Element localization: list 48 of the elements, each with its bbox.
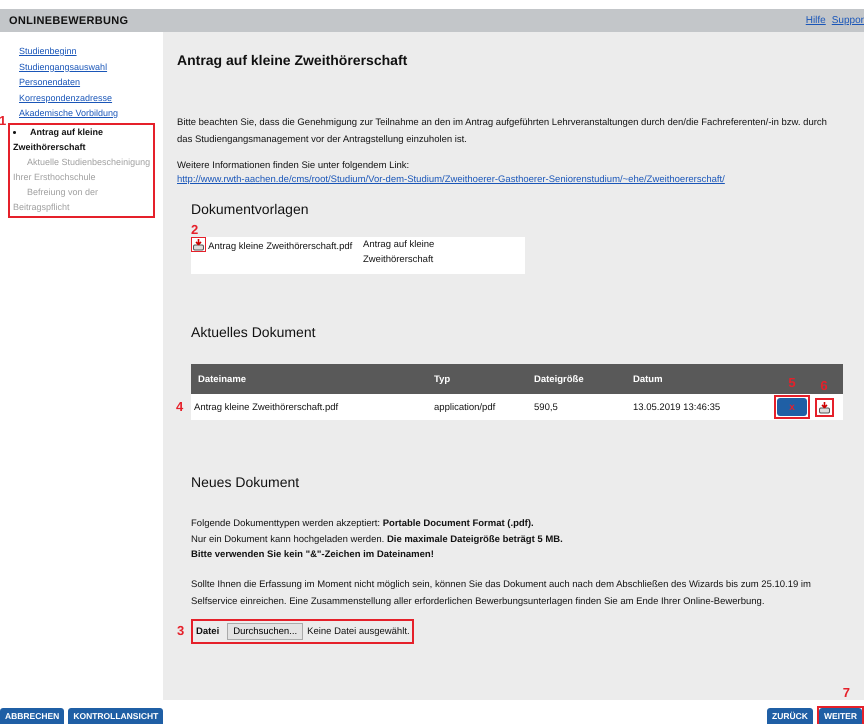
footer-button[interactable]: KONTROLLANSICHT	[68, 708, 164, 724]
hint-text: Sollte Ihnen die Erfassung im Moment nicht möglich sein, können Sie das Dokument auch nach dem Abschließen des Wizards bis zum 25.10.19 im Selfservice einreichen. Eine Zusammenstellung aller erforderlichen Bewerbungsunterlagen finden Sie am Ende Ihrer Online-Bewerbung.	[191, 578, 812, 608]
sidebar-current-step[interactable]: Antrag auf kleine Zweithörerschaft	[13, 124, 152, 154]
info-text: Weitere Informationen finden Sie unter folgendem Link:	[177, 159, 410, 173]
table-cell-text: 13.05.2019 13:46:35	[633, 402, 722, 412]
table-cell-text: 590,5	[534, 402, 559, 412]
upload-rule-text: Nur ein Dokument kann hochgeladen werden. Die maximale Dateigröße beträgt 5 MB.	[191, 532, 564, 546]
info-link[interactable]: http://www.rwth-aachen.de/cms/root/Studium/Vor-dem-Studium/Zweithoerer-Gasthoerer-Seniorenstudium/~ehe/Zweithoererschaft/	[177, 174, 725, 185]
template-file-link[interactable]: Antrag kleine Zweithörerschaft.pdf	[208, 241, 352, 252]
callout-number: 1	[0, 114, 6, 126]
callout-number: 7	[842, 686, 850, 699]
file-status: Keine Datei ausgewählt.	[307, 626, 410, 636]
callout-number: 2	[191, 222, 198, 237]
browse-button[interactable]: Durchsuchen...	[227, 622, 304, 640]
header-link[interactable]: Hilfe	[806, 15, 826, 26]
sidebar-substep: Befreiung von der Beitragspflicht	[13, 186, 100, 214]
upload-rule-text: Folgende Dokumenttypen werden akzeptiert: Portable Document Format (.pdf).	[191, 517, 535, 531]
upload-rule-text: Bitte verwenden Sie kein "&"-Zeichen im Dateinamen!	[191, 548, 435, 562]
table-cell-text: Antrag kleine Zweithörerschaft.pdf	[194, 402, 340, 412]
app-title: ONLINEBEWERBUNG	[9, 14, 128, 26]
file-label: Datei	[196, 626, 220, 636]
download-button[interactable]	[818, 400, 830, 414]
download-tray-icon	[818, 400, 830, 414]
column-header: Dateiname	[198, 374, 248, 384]
header-link[interactable]: Suppor	[832, 15, 864, 26]
column-header: Dateigröße	[534, 374, 585, 384]
section-heading: Neues Dokument	[191, 474, 300, 490]
sidebar-link[interactable]: Akademische Vorbildung	[19, 106, 118, 122]
table-cell-text: application/pdf	[434, 402, 496, 412]
sidebar-link[interactable]: Korrespondenzadresse	[19, 90, 112, 106]
column-header: Typ	[434, 374, 452, 384]
callout-number: 6	[820, 378, 828, 392]
column-header: Datum	[633, 374, 664, 384]
callout-number: 4	[176, 400, 184, 413]
callout-number: 5	[788, 376, 796, 389]
intro-text: Bitte beachten Sie, dass die Genehmigung zur Teilnahme an den im Antrag aufgeführten Lehrveranstaltungen durch den/die Fachreferenten/-in bzw. durch das Studiengangsmanagement vor der Antragstellung einzuholen ist.	[177, 116, 828, 147]
sidebar-link[interactable]: Personendaten	[19, 75, 80, 90]
template-description: Antrag auf kleine Zweithörerschaft	[363, 238, 436, 267]
page-title: Antrag auf kleine Zweithörerschaft	[177, 52, 408, 68]
sidebar-substep: Aktuelle Studienbescheinigung Ihrer Ersthochschule	[13, 156, 152, 184]
sidebar-link[interactable]: Studienbeginn	[19, 44, 77, 60]
section-heading: Aktuelles Dokument	[191, 324, 317, 340]
next-button[interactable]: WEITER	[818, 708, 862, 724]
section-heading: Dokumentvorlagen	[191, 201, 310, 217]
sidebar-link[interactable]: Studiengangsauswahl	[19, 60, 108, 75]
callout-number: 3	[177, 624, 184, 636]
footer-button[interactable]: ABBRECHEN	[0, 708, 64, 724]
back-button[interactable]: ZURÜCK	[767, 708, 813, 724]
